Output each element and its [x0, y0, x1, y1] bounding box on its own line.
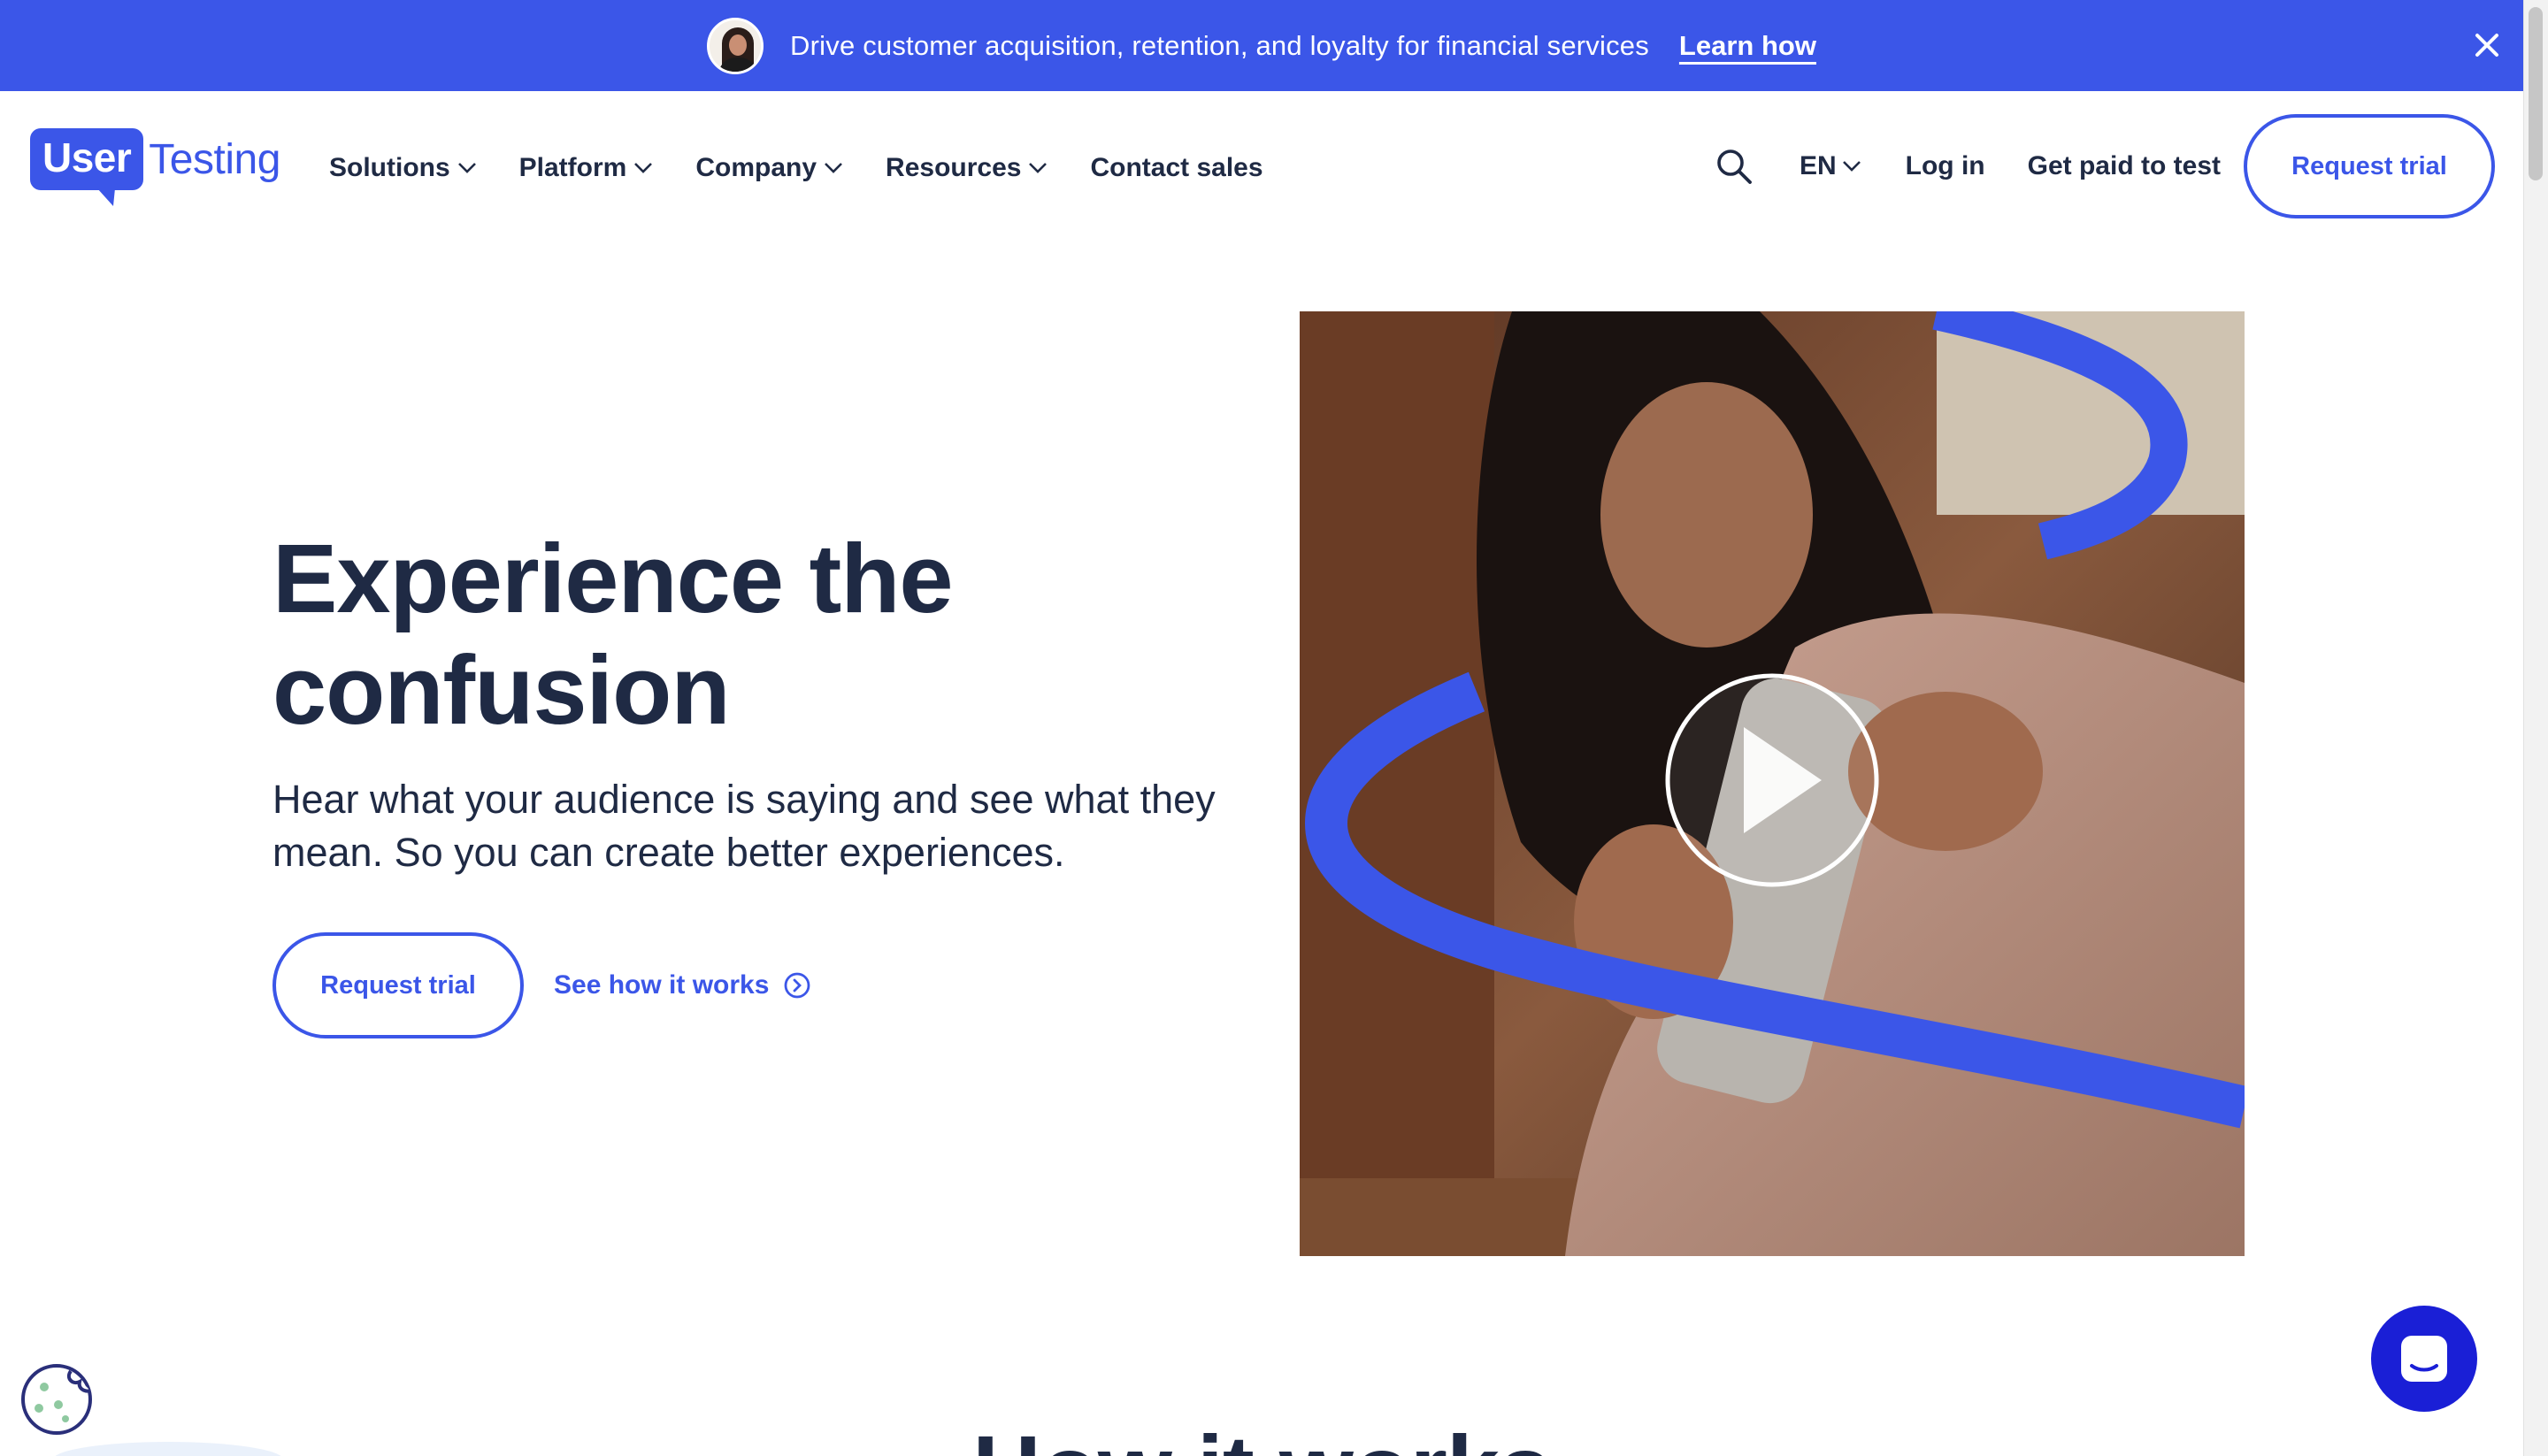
scrollbar-thumb[interactable] [2529, 7, 2543, 180]
header-request-trial-button[interactable]: Request trial [2244, 114, 2495, 218]
hero-request-trial-button[interactable]: Request trial [272, 932, 524, 1038]
nav-resources[interactable]: Resources [886, 153, 1048, 183]
banner-text: Drive customer acquisition, retention, a… [790, 29, 1649, 61]
hero-title: Experience the confusion [272, 524, 1069, 747]
nav-solutions[interactable]: Solutions [329, 153, 477, 183]
banner-avatar [707, 17, 764, 74]
hero-video-frame [1300, 311, 2245, 1256]
chevron-down-icon [457, 163, 476, 173]
login-link[interactable]: Log in [1906, 151, 1985, 181]
hero-title-line2: confusion [272, 636, 731, 745]
nav-solutions-label: Solutions [329, 153, 450, 182]
see-how-it-works-link[interactable]: See how it works [554, 970, 811, 1000]
arrow-circle-right-icon [785, 972, 810, 999]
logo-user-mark: User [30, 128, 144, 206]
announcement-banner: Drive customer acquisition, retention, a… [0, 0, 2523, 91]
search-icon[interactable] [1715, 147, 1754, 186]
nav-platform-label: Platform [518, 153, 627, 182]
banner-content: Drive customer acquisition, retention, a… [707, 17, 1816, 74]
nav-resources-label: Resources [886, 153, 1022, 182]
nav-contact-sales[interactable]: Contact sales [1090, 153, 1262, 183]
header-actions: EN Log in Get paid to test Request trial [1715, 114, 2523, 218]
hero-title-line1: Experience the [272, 525, 954, 633]
language-selector[interactable]: EN [1800, 151, 1861, 181]
hero-actions: Request trial See how it works [272, 932, 811, 1038]
cookie-icon[interactable] [19, 1362, 94, 1437]
close-icon[interactable] [2467, 25, 2507, 65]
banner-learn-how-link[interactable]: Learn how [1679, 30, 1816, 62]
site-header: User Testing Solutions Platform Company … [0, 91, 2523, 241]
language-label: EN [1799, 151, 1837, 180]
see-how-it-works-label: See how it works [554, 970, 770, 1000]
hero-subtitle: Hear what your audience is saying and se… [272, 777, 1216, 875]
hero-video[interactable] [1300, 311, 2245, 1256]
chat-icon [2401, 1336, 2447, 1382]
chevron-down-icon [1842, 161, 1861, 172]
chevron-down-icon [1029, 163, 1048, 173]
nav-platform[interactable]: Platform [519, 153, 654, 183]
logo-testing-text: Testing [149, 135, 280, 183]
nav-company[interactable]: Company [695, 153, 843, 183]
usertesting-logo[interactable]: User Testing [30, 128, 280, 206]
get-paid-to-test-link[interactable]: Get paid to test [2028, 151, 2221, 181]
page-scrollbar[interactable] [2523, 0, 2548, 1456]
nav-contact-sales-label: Contact sales [1090, 153, 1263, 182]
chat-launcher-button[interactable] [2371, 1306, 2477, 1412]
how-it-works-heading: How it works [0, 1414, 2523, 1456]
play-icon[interactable] [1665, 673, 1879, 887]
nav-company-label: Company [695, 153, 817, 182]
main-nav: Solutions Platform Company Resources Con… [329, 153, 1263, 183]
chevron-down-icon [634, 163, 653, 173]
chevron-down-icon [825, 163, 842, 173]
